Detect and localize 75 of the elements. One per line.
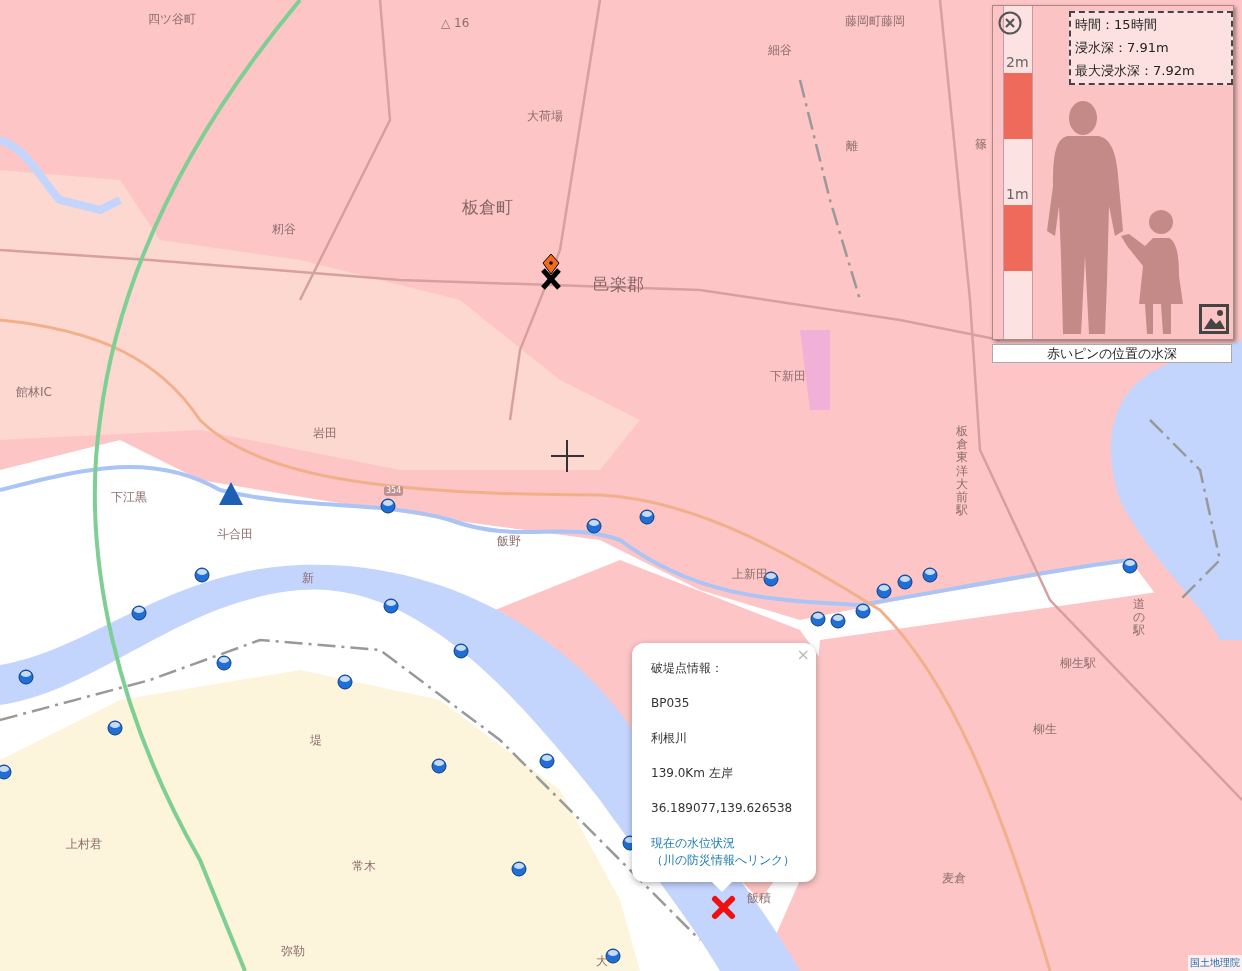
place-label: 柳生 xyxy=(1033,723,1057,735)
popup-text: 破堤点情報： xyxy=(651,661,724,675)
place-label: 堤 xyxy=(310,734,322,746)
place-label: 上新田 xyxy=(732,568,768,580)
place-label: 板倉東洋大前駅 xyxy=(956,425,968,518)
gauge-stripe xyxy=(1004,205,1032,271)
scale-label: 1m xyxy=(1006,186,1029,202)
info-text: 時間：15時間 xyxy=(1075,16,1158,34)
water-gauge-icon[interactable] xyxy=(216,655,232,671)
place-label: 柳生駅 xyxy=(1060,657,1096,669)
popup-text: 利根川 xyxy=(651,731,688,745)
map-pin-icon[interactable] xyxy=(542,253,560,275)
water-gauge-icon[interactable] xyxy=(431,758,447,774)
water-gauge-icon[interactable] xyxy=(511,861,527,877)
water-gauge-icon[interactable] xyxy=(380,498,396,514)
popup-text: 139.0Km 左岸 xyxy=(651,766,734,780)
water-gauge-icon[interactable] xyxy=(876,583,892,599)
place-label: 飯野 xyxy=(497,535,521,547)
place-label: 弥勒 xyxy=(281,945,305,957)
water-gauge-icon[interactable] xyxy=(18,669,34,685)
info-text: 最大浸水深：7.92m xyxy=(1075,62,1196,80)
place-label: 麦倉 xyxy=(942,872,966,884)
water-gauge-icon[interactable] xyxy=(337,674,353,690)
place-label: 新 xyxy=(302,572,314,584)
place-label: 斗合田 xyxy=(217,528,253,540)
water-gauge-icon[interactable] xyxy=(922,567,938,583)
popup-text: 36.189077,139.626538 xyxy=(651,801,794,815)
place-label: 常木 xyxy=(352,860,376,872)
water-gauge-icon[interactable] xyxy=(855,603,871,619)
water-gauge-icon[interactable] xyxy=(1122,558,1138,574)
water-level-link[interactable]: 現在の水位状況 （川の防災情報へリンク） xyxy=(651,835,795,869)
place-label: △ 16 xyxy=(441,17,470,29)
place-label: 板倉町 xyxy=(462,199,513,216)
place-label: 大 xyxy=(596,955,608,967)
triangle-icon[interactable] xyxy=(219,482,243,505)
place-label: 邑楽郡 xyxy=(593,276,644,293)
place-label: 飯積 xyxy=(747,892,771,904)
place-label: 藤岡町藤岡 xyxy=(845,15,905,27)
water-gauge-icon[interactable] xyxy=(897,574,913,590)
water-gauge-icon[interactable] xyxy=(586,518,602,534)
water-gauge-icon[interactable] xyxy=(830,613,846,629)
image-icon[interactable] xyxy=(1199,304,1229,334)
water-gauge-icon[interactable] xyxy=(194,567,210,583)
place-label: 岩田 xyxy=(313,427,337,439)
water-gauge-icon[interactable] xyxy=(639,509,655,525)
close-icon[interactable] xyxy=(998,11,1022,35)
place-label: 籾谷 xyxy=(272,223,296,235)
info-text: 浸水深：7.91m xyxy=(1075,39,1170,57)
water-gauge-icon[interactable] xyxy=(383,598,399,614)
breach-point-icon[interactable] xyxy=(712,896,735,919)
popup-text: BP035 xyxy=(651,696,691,710)
place-label: 篠 xyxy=(975,138,987,150)
gauge-stripe xyxy=(1004,73,1032,139)
water-gauge-icon[interactable] xyxy=(131,605,147,621)
route-number: 354 xyxy=(384,486,404,496)
place-label: 下江黒 xyxy=(111,491,147,503)
place-label: 下新田 xyxy=(770,370,806,382)
scale-label: 2m xyxy=(1006,54,1029,70)
place-label: 大荷場 xyxy=(527,110,563,122)
place-label: 離 xyxy=(846,140,858,152)
water-gauge-icon[interactable] xyxy=(0,764,12,780)
crosshair-icon xyxy=(550,439,585,473)
place-label: 上村君 xyxy=(66,838,102,850)
water-gauge-icon[interactable] xyxy=(453,643,469,659)
place-label: 四ツ谷町 xyxy=(148,13,196,25)
cross-marker-icon xyxy=(540,267,562,291)
water-gauge-icon[interactable] xyxy=(605,948,621,964)
place-label: 道の駅 xyxy=(1133,598,1145,638)
place-label: 館林IC xyxy=(16,386,52,398)
panel-caption: 赤いピンの位置の水深 xyxy=(992,344,1232,363)
attribution-text: 国土地理院 xyxy=(1188,955,1242,971)
water-gauge-icon[interactable] xyxy=(539,753,555,769)
water-gauge-icon[interactable] xyxy=(107,720,123,736)
place-label: 細谷 xyxy=(768,44,792,56)
water-gauge-icon[interactable] xyxy=(810,611,826,627)
